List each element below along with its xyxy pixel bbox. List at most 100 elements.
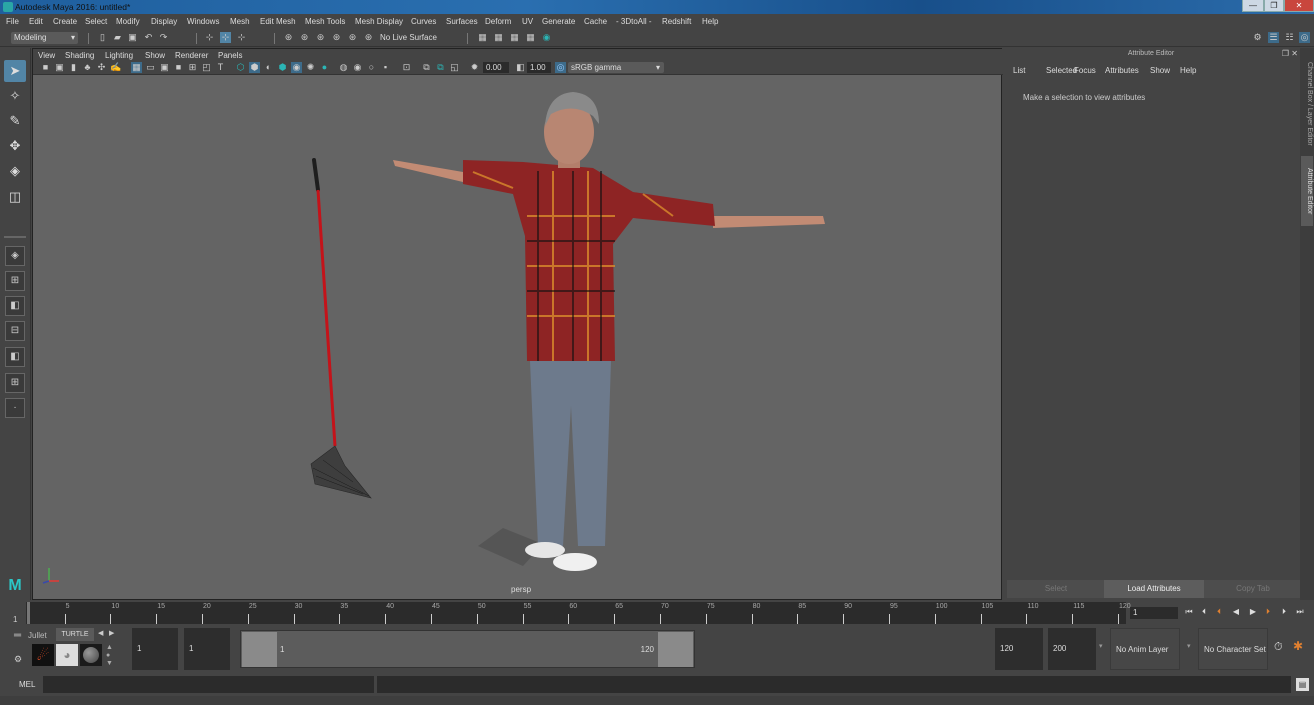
single-perspective-layout-icon[interactable]: ◈ bbox=[5, 246, 25, 266]
gamma-field[interactable]: 1.00 bbox=[527, 62, 551, 73]
vp-menu-shading[interactable]: Shading bbox=[65, 51, 94, 60]
four-view-layout-icon[interactable]: ⊞ bbox=[5, 271, 25, 291]
menuset-dropdown[interactable]: Modeling ▾ bbox=[11, 32, 78, 44]
select-tool-icon[interactable]: ➤ bbox=[4, 60, 26, 82]
gamma-icon[interactable]: ◧ bbox=[515, 62, 526, 73]
lasso-tool-icon[interactable]: ✧ bbox=[4, 85, 26, 107]
grid-icon[interactable]: ▦ bbox=[131, 62, 142, 73]
use-all-lights-icon[interactable]: ✺ bbox=[305, 62, 316, 73]
shelf-scroll-left-icon[interactable]: ◀ bbox=[98, 629, 103, 637]
persp-hypershade-layout-icon[interactable]: ◧ bbox=[5, 347, 25, 367]
render-settings-icon[interactable]: ▦ bbox=[477, 32, 488, 43]
use-default-material-icon[interactable]: ◐ bbox=[263, 62, 274, 73]
open-scene-icon[interactable]: ▰ bbox=[112, 32, 123, 43]
ae-menu-focus[interactable]: Focus bbox=[1074, 66, 1096, 75]
persp-graph-layout-icon[interactable]: ⊟ bbox=[5, 321, 25, 341]
anim-layer-dropdown[interactable]: No Anim Layer bbox=[1110, 628, 1180, 670]
camera-icon[interactable]: ■ bbox=[40, 62, 51, 73]
rake-model[interactable] bbox=[310, 158, 372, 499]
script-editor-icon[interactable]: ▤ bbox=[1296, 678, 1309, 691]
command-input[interactable] bbox=[43, 676, 374, 693]
vp-menu-renderer[interactable]: Renderer bbox=[175, 51, 208, 60]
menu-mesh[interactable]: Mesh bbox=[230, 17, 250, 26]
persp-graph-hypershade-layout-icon[interactable]: ⊞ bbox=[5, 373, 25, 393]
attribute-editor-toggle-icon[interactable]: ☰ bbox=[1268, 32, 1279, 43]
xray-active-icon[interactable]: ⧉ bbox=[435, 62, 446, 73]
range-end-handle[interactable] bbox=[658, 632, 693, 667]
xray-icon[interactable]: ⧉ bbox=[421, 62, 432, 73]
load-attributes-button[interactable]: Load Attributes bbox=[1104, 580, 1204, 598]
menu-uv[interactable]: UV bbox=[522, 17, 533, 26]
shelf-settings-icon[interactable]: ⚙ bbox=[14, 654, 22, 665]
field-chart-icon[interactable]: ⊞ bbox=[187, 62, 198, 73]
menu-help[interactable]: Help bbox=[702, 17, 718, 26]
snap-live-icon[interactable]: ⊛ bbox=[347, 32, 358, 43]
turtle-bake-icon[interactable]: ◕ bbox=[56, 644, 78, 666]
depth-of-field-icon[interactable]: ▪ bbox=[380, 62, 391, 73]
menu-cache[interactable]: Cache bbox=[584, 17, 607, 26]
shelf-tab-jullet[interactable]: Jullet bbox=[28, 631, 47, 640]
3d-scene[interactable]: persp bbox=[33, 76, 1001, 600]
gate-mask-icon[interactable]: ■ bbox=[173, 62, 184, 73]
auto-key-icon[interactable]: ⏱ bbox=[1274, 641, 1283, 654]
float-panel-icon[interactable]: ❐ bbox=[1282, 49, 1289, 58]
menu-display[interactable]: Display bbox=[151, 17, 177, 26]
snap-view-plane-icon[interactable]: ⊛ bbox=[331, 32, 342, 43]
time-slider-track[interactable]: 5 10 15 20 25 30 35 40 45 50 55 60 65 70 75 80 85 90 95 100… bbox=[26, 602, 1131, 624]
menu-file[interactable]: File bbox=[6, 17, 19, 26]
copy-tab-button[interactable]: Copy Tab bbox=[1204, 580, 1302, 598]
make-live-icon[interactable]: ⊛ bbox=[363, 32, 374, 43]
modeling-toolkit-icon[interactable]: ⚙ bbox=[1252, 32, 1263, 43]
rotate-tool-icon[interactable]: ◈ bbox=[4, 160, 26, 182]
step-forward-frame-icon[interactable]: ⏵ bbox=[1278, 606, 1290, 618]
menu-curves[interactable]: Curves bbox=[411, 17, 436, 26]
step-forward-key-icon[interactable]: ⏵ bbox=[1262, 606, 1274, 618]
playback-end-field[interactable]: 120 bbox=[995, 628, 1043, 670]
bookmark-icon[interactable]: ▮ bbox=[68, 62, 79, 73]
exposure-icon[interactable]: ✹ bbox=[469, 62, 480, 73]
channel-box-toggle-icon[interactable]: ◎ bbox=[1299, 32, 1310, 43]
vp-menu-view[interactable]: View bbox=[38, 51, 55, 60]
turtle-render-icon[interactable]: ☄ bbox=[32, 644, 54, 666]
undo-icon[interactable]: ↶ bbox=[143, 32, 154, 43]
scale-tool-icon[interactable]: ◫ bbox=[4, 186, 26, 208]
menu-mesh-tools[interactable]: Mesh Tools bbox=[305, 17, 345, 26]
hypershade-icon[interactable]: ◉ bbox=[541, 32, 552, 43]
attribute-editor-tab[interactable]: Attribute Editor bbox=[1301, 156, 1313, 226]
menu-deform[interactable]: Deform bbox=[485, 17, 511, 26]
playback-start-field[interactable]: 1 bbox=[184, 628, 230, 670]
close-panel-icon[interactable]: ✕ bbox=[1291, 49, 1298, 58]
restore-button[interactable]: ❐ bbox=[1264, 0, 1284, 12]
ae-menu-list[interactable]: List bbox=[1013, 66, 1025, 75]
shelf-scroll-icon[interactable]: ▲ ● ▼ bbox=[106, 644, 113, 668]
exposure-field[interactable]: 0.00 bbox=[483, 62, 509, 73]
render-frame-icon[interactable]: ▦ bbox=[493, 32, 504, 43]
menu-windows[interactable]: Windows bbox=[187, 17, 219, 26]
safe-title-icon[interactable]: T bbox=[215, 62, 226, 73]
current-frame-field[interactable]: 1 bbox=[1130, 607, 1178, 619]
range-start-handle[interactable] bbox=[242, 632, 277, 667]
shelf-menu-icon[interactable]: ═ bbox=[14, 630, 21, 641]
save-scene-icon[interactable]: ▣ bbox=[127, 32, 138, 43]
render-view-icon[interactable]: ▦ bbox=[525, 32, 536, 43]
custom-layout-icon[interactable]: · bbox=[5, 398, 25, 418]
minimize-button[interactable]: — bbox=[1242, 0, 1264, 12]
camera-attributes-icon[interactable]: ▣ bbox=[54, 62, 65, 73]
shelf-scroll-right-icon[interactable]: ▶ bbox=[109, 629, 114, 637]
step-back-key-icon[interactable]: ⏴ bbox=[1213, 606, 1225, 618]
wireframe-icon[interactable]: ⬡ bbox=[235, 62, 246, 73]
play-forwards-icon[interactable]: ▶ bbox=[1247, 606, 1259, 618]
grease-pencil-icon[interactable]: ✍ bbox=[110, 62, 121, 73]
animation-preferences-icon[interactable]: ✱ bbox=[1293, 639, 1303, 653]
2d-pan-zoom-icon[interactable]: ✣ bbox=[96, 62, 107, 73]
menu-mesh-display[interactable]: Mesh Display bbox=[355, 17, 403, 26]
vp-menu-lighting[interactable]: Lighting bbox=[105, 51, 133, 60]
ae-menu-attributes[interactable]: Attributes bbox=[1105, 66, 1139, 75]
film-gate-icon[interactable]: ▭ bbox=[145, 62, 156, 73]
vp-menu-show[interactable]: Show bbox=[145, 51, 165, 60]
select-hierarchy-icon[interactable]: ⊹ bbox=[204, 32, 215, 43]
wireframe-on-shaded-icon[interactable]: ⬢ bbox=[277, 62, 288, 73]
isolate-select-icon[interactable]: ⊡ bbox=[401, 62, 412, 73]
select-component-icon[interactable]: ⊹ bbox=[236, 32, 247, 43]
turtle-surface-icon[interactable] bbox=[80, 644, 102, 666]
